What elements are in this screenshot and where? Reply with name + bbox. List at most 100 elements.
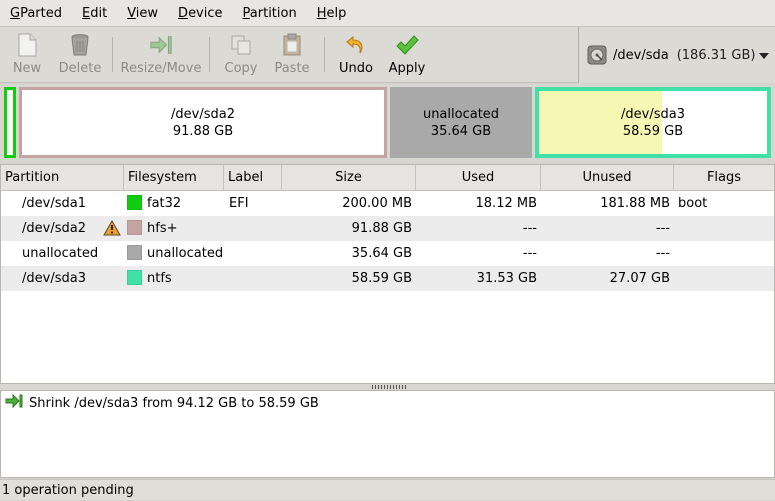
- resize-icon: [5, 393, 23, 412]
- cell-size: 58.59 GB: [351, 271, 412, 286]
- copy-button[interactable]: Copy: [216, 27, 266, 82]
- table-row[interactable]: /dev/sda3 ntfs 58.59 GB 31.53 GB 27.07 GB: [1, 266, 774, 291]
- status-bar: 1 operation pending: [0, 479, 775, 500]
- cell-used: 31.53 GB: [476, 271, 537, 286]
- toolbar: New Delete Resize/Move Copy Paste Undo A…: [0, 27, 775, 83]
- filesystem-color-swatch: [127, 195, 142, 210]
- cell-flags: [674, 216, 774, 241]
- partition-name: unallocated: [22, 246, 99, 261]
- pending-operations-list: Shrink /dev/sda3 from 94.12 GB to 58.59 …: [0, 390, 775, 478]
- column-header-flags[interactable]: Flags: [674, 165, 774, 191]
- filesystem-name: fat32: [147, 196, 182, 211]
- table-body: /dev/sda1 fat32 EFI 200.00 MB 18.12 MB 181.88…: [1, 191, 774, 291]
- graph-sda3-size: 58.59 GB: [622, 123, 684, 139]
- column-header-unused[interactable]: Unused: [541, 165, 674, 191]
- cell-filesystem: fat32: [124, 191, 224, 216]
- cell-label: [224, 241, 282, 266]
- cell-filesystem: unallocated: [124, 241, 224, 266]
- partition-graph: /dev/sda2 91.88 GB unallocated 35.64 GB …: [0, 84, 775, 162]
- graph-unallocated-name: unallocated: [422, 106, 500, 122]
- partition-name: /dev/sda3: [22, 271, 86, 286]
- delete-button[interactable]: Delete: [54, 27, 106, 82]
- table-header: Partition Filesystem Label Size Used Unu…: [1, 165, 774, 191]
- paste-icon: [280, 33, 304, 57]
- cell-unused: ---: [655, 246, 670, 261]
- filesystem-name: hfs+: [147, 221, 178, 236]
- cell-label: EFI: [229, 196, 249, 211]
- checkmark-icon: [395, 33, 419, 57]
- graph-partition-sda3[interactable]: /dev/sda3 58.59 GB: [535, 87, 771, 158]
- warning-icon[interactable]: [103, 219, 121, 241]
- column-header-filesystem[interactable]: Filesystem: [124, 165, 224, 191]
- filesystem-color-swatch: [127, 270, 142, 285]
- cell-size: 200.00 MB: [342, 196, 412, 211]
- filesystem-color-swatch: [127, 245, 142, 260]
- dropdown-arrow-icon: [759, 49, 769, 64]
- table-row[interactable]: /dev/sda2 hfs+ 91.88 GB --- ---: [1, 216, 774, 241]
- menu-edit[interactable]: Edit: [72, 0, 117, 27]
- cell-used: ---: [522, 221, 537, 236]
- trash-icon: [68, 33, 92, 57]
- cell-flags: boot: [678, 196, 708, 211]
- filesystem-name: unallocated: [147, 246, 224, 261]
- device-size: (186.31 GB): [676, 47, 756, 63]
- graph-partition-sda2[interactable]: /dev/sda2 91.88 GB: [19, 87, 387, 158]
- device-selector[interactable]: /dev/sda (186.31 GB): [578, 27, 775, 83]
- new-button[interactable]: New: [0, 27, 54, 82]
- cell-unused: 27.07 GB: [609, 271, 670, 286]
- cell-partition: /dev/sda3: [1, 266, 124, 291]
- toolbar-separator: [209, 37, 210, 72]
- graph-sda3-name: /dev/sda3: [621, 106, 685, 122]
- menu-gparted[interactable]: GParted: [0, 0, 72, 27]
- graph-sda2-size: 91.88 GB: [172, 123, 234, 139]
- cell-flags: [674, 266, 774, 291]
- filesystem-color-swatch: [127, 220, 142, 235]
- toolbar-separator: [112, 37, 113, 72]
- cell-flags: [674, 241, 774, 266]
- resize-icon: [149, 33, 173, 57]
- graph-unallocated-size: 35.64 GB: [430, 123, 492, 139]
- graph-unallocated[interactable]: unallocated 35.64 GB: [390, 87, 532, 158]
- partition-name: /dev/sda1: [22, 196, 86, 211]
- cell-size: 91.88 GB: [351, 221, 412, 236]
- operation-text: Shrink /dev/sda3 from 94.12 GB to 58.59 …: [29, 395, 319, 411]
- column-header-label[interactable]: Label: [224, 165, 282, 191]
- cell-partition: /dev/sda2: [1, 216, 124, 241]
- toolbar-separator: [324, 37, 325, 72]
- splitter-grip-icon: [372, 385, 406, 389]
- paste-button[interactable]: Paste: [266, 27, 318, 82]
- cell-unused: 181.88 MB: [600, 196, 670, 211]
- menu-view[interactable]: View: [117, 0, 168, 27]
- cell-unused: ---: [655, 221, 670, 236]
- device-name: /dev/sda: [613, 47, 669, 63]
- menu-partition[interactable]: Partition: [233, 0, 307, 27]
- column-header-partition[interactable]: Partition: [1, 165, 124, 191]
- graph-partition-sda1[interactable]: [4, 87, 16, 158]
- table-row[interactable]: unallocated unallocated 35.64 GB --- ---: [1, 241, 774, 266]
- column-header-size[interactable]: Size: [282, 165, 416, 191]
- status-text: 1 operation pending: [2, 483, 134, 498]
- cell-filesystem: ntfs: [124, 266, 224, 291]
- apply-button[interactable]: Apply: [381, 27, 433, 82]
- cell-label: [224, 266, 282, 291]
- undo-icon: [344, 33, 368, 57]
- table-row[interactable]: /dev/sda1 fat32 EFI 200.00 MB 18.12 MB 181.88…: [1, 191, 774, 216]
- new-document-icon: [15, 33, 39, 57]
- cell-size: 35.64 GB: [351, 246, 412, 261]
- cell-used: ---: [522, 246, 537, 261]
- cell-partition: unallocated: [1, 241, 124, 266]
- copy-icon: [229, 33, 253, 57]
- menu-device[interactable]: Device: [168, 0, 232, 27]
- menu-help[interactable]: Help: [307, 0, 357, 27]
- resize-move-button[interactable]: Resize/Move: [119, 27, 203, 82]
- undo-button[interactable]: Undo: [331, 27, 381, 82]
- cell-label: [224, 216, 282, 241]
- menu-bar: GParted Edit View Device Partition Help: [0, 0, 775, 27]
- cell-partition: /dev/sda1: [1, 191, 124, 216]
- cell-filesystem: hfs+: [124, 216, 224, 241]
- column-header-used[interactable]: Used: [416, 165, 541, 191]
- partition-name: /dev/sda2: [22, 221, 86, 236]
- partition-table: Partition Filesystem Label Size Used Unu…: [0, 164, 775, 384]
- hard-disk-icon: [587, 45, 607, 65]
- operation-item[interactable]: Shrink /dev/sda3 from 94.12 GB to 58.59 …: [1, 391, 774, 415]
